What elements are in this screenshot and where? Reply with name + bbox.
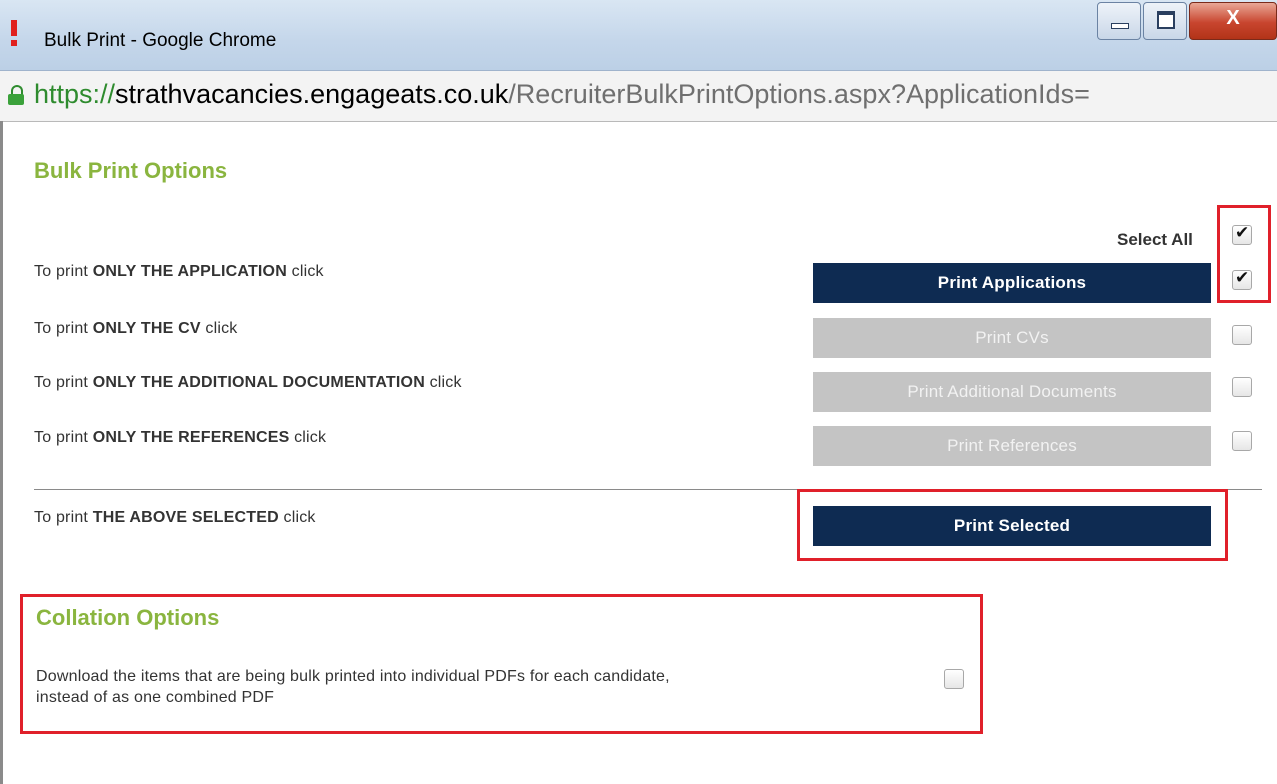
close-button[interactable]: X <box>1189 2 1277 40</box>
window-border <box>0 121 3 784</box>
row-suffix: click <box>200 320 238 337</box>
row-prefix: To print <box>34 429 93 446</box>
row-suffix: click <box>286 263 324 280</box>
lock-icon <box>8 85 24 105</box>
row-strong: THE ABOVE SELECTED <box>92 509 279 526</box>
url-protocol: https:// <box>34 79 116 109</box>
window-title: Bulk Print - Google Chrome <box>44 30 277 51</box>
url-host: strathvacancies.engageats.co.uk <box>115 79 509 109</box>
highlight-print-selected <box>797 489 1228 561</box>
references-checkbox[interactable] <box>1232 431 1252 451</box>
row-suffix: click <box>424 374 462 391</box>
print-references-button[interactable]: Print References <box>813 426 1211 466</box>
highlight-checkboxes <box>1217 205 1271 303</box>
cv-checkbox[interactable] <box>1232 325 1252 345</box>
print-applications-button[interactable]: Print Applications <box>813 263 1211 303</box>
row-prefix: To print <box>34 320 93 337</box>
close-icon: X <box>1226 7 1240 29</box>
bulk-print-heading: Bulk Print Options <box>34 158 228 183</box>
row-prefix: To print <box>34 374 93 391</box>
row-selected-text: To print THE ABOVE SELECTED click <box>34 509 316 527</box>
row-application-text: To print ONLY THE APPLICATION click <box>34 263 324 281</box>
url-path: /RecruiterBulkPrintOptions.aspx?Applicat… <box>508 79 1090 109</box>
print-additional-documents-button[interactable]: Print Additional Documents <box>813 372 1211 412</box>
row-strong: ONLY THE ADDITIONAL DOCUMENTATION <box>92 374 425 391</box>
window-titlebar: Bulk Print - Google Chrome X <box>0 0 1277 70</box>
row-prefix: To print <box>34 263 93 280</box>
minimize-button[interactable] <box>1097 2 1141 40</box>
row-strong: ONLY THE CV <box>92 320 201 337</box>
window-controls: X <box>1095 2 1277 40</box>
row-references-text: To print ONLY THE REFERENCES click <box>34 429 326 447</box>
minimize-icon <box>1111 23 1129 29</box>
highlight-collation-options <box>20 594 983 734</box>
maximize-button[interactable] <box>1143 2 1187 40</box>
address-bar[interactable]: https://strathvacancies.engageats.co.uk/… <box>0 70 1277 122</box>
select-all-label: Select All <box>1117 230 1193 249</box>
row-suffix: click <box>278 509 316 526</box>
row-strong: ONLY THE APPLICATION <box>92 263 287 280</box>
maximize-icon <box>1157 11 1175 29</box>
row-strong: ONLY THE REFERENCES <box>92 429 290 446</box>
row-additional-docs-text: To print ONLY THE ADDITIONAL DOCUMENTATI… <box>34 374 462 392</box>
row-prefix: To print <box>34 509 93 526</box>
url-text[interactable]: https://strathvacancies.engageats.co.uk/… <box>34 79 1090 110</box>
row-cv-text: To print ONLY THE CV click <box>34 320 238 338</box>
print-cvs-button[interactable]: Print CVs <box>813 318 1211 358</box>
additional-docs-checkbox[interactable] <box>1232 377 1252 397</box>
app-icon <box>8 20 20 48</box>
row-suffix: click <box>289 429 327 446</box>
